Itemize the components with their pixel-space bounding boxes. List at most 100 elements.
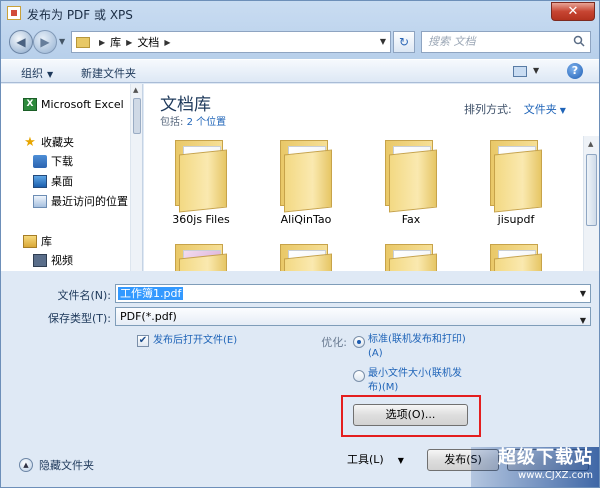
opt-standard-line2: (A) xyxy=(368,348,383,359)
opt-min-line2: 布)(M) xyxy=(368,382,399,393)
back-button[interactable]: ◀ xyxy=(9,30,33,54)
close-button[interactable]: ✕ xyxy=(551,2,595,21)
app-icon xyxy=(7,6,21,20)
file-list-pane: 文档库 包括: 2 个位置 排列方式: 文件夹 ▼ 360js Files AliQ… xyxy=(144,84,599,271)
main-scroll-thumb[interactable] xyxy=(586,154,597,226)
folder-icon xyxy=(486,242,546,271)
opt-standard-label[interactable]: 标准(联机发布和打印) (A) xyxy=(368,333,466,361)
nav-item-recent[interactable]: 最近访问的位置 xyxy=(33,193,128,209)
folder-tile[interactable] xyxy=(261,242,351,271)
nav-item-favorites[interactable]: ★ 收藏夹 xyxy=(23,134,74,150)
opt-min-radio[interactable] xyxy=(353,370,365,382)
breadcrumb-item-library[interactable]: 库 xyxy=(110,34,121,50)
chevron-right-icon[interactable]: ▶ xyxy=(126,38,132,47)
filetype-select[interactable]: PDF(*.pdf) ▼ xyxy=(115,307,591,326)
nav-label: 下载 xyxy=(51,155,73,168)
forward-button[interactable]: ▶ xyxy=(33,30,57,54)
open-after-label[interactable]: 发布后打开文件(E) xyxy=(153,334,237,348)
folder-tile[interactable]: jisupdf xyxy=(471,138,561,226)
help-icon[interactable]: ? xyxy=(567,63,583,79)
options-button[interactable]: 选项(O)... xyxy=(353,404,468,426)
chevron-down-icon[interactable]: ▼ xyxy=(533,66,539,75)
search-input[interactable]: 搜索 文档 xyxy=(421,31,591,53)
downloads-folder-icon xyxy=(33,154,47,168)
nav-item-excel[interactable]: X Microsoft Excel xyxy=(23,96,124,112)
watermark-title: 超级下载站 xyxy=(498,447,593,468)
hide-folders-label: 隐藏文件夹 xyxy=(39,459,94,472)
window-title: 发布为 PDF 或 XPS xyxy=(27,8,133,22)
chevron-right-icon[interactable]: ▶ xyxy=(164,38,170,47)
nav-scrollbar[interactable]: ▲ xyxy=(130,84,142,271)
includes-locations-link[interactable]: 2 个位置 xyxy=(187,117,227,128)
star-icon: ★ xyxy=(24,134,36,150)
filetype-value: PDF(*.pdf) xyxy=(120,310,177,323)
folder-tile[interactable]: Fax xyxy=(366,138,456,226)
nav-label: 库 xyxy=(41,235,52,248)
opt-standard-line1: 标准(联机发布和打印) xyxy=(368,334,466,345)
library-folder-icon xyxy=(76,36,90,48)
folder-icon xyxy=(171,138,231,213)
desktop-icon xyxy=(33,174,47,188)
folder-tile[interactable]: 360js Files xyxy=(156,138,246,226)
excel-icon: X xyxy=(23,97,37,111)
folder-icon xyxy=(276,138,336,213)
filename-label: 文件名(N): xyxy=(57,289,111,302)
chevron-down-icon[interactable]: ▼ xyxy=(560,106,566,115)
chevron-down-icon[interactable]: ▼ xyxy=(580,312,586,329)
library-title: 文档库 xyxy=(160,95,211,115)
publish-dialog: 发布为 PDF 或 XPS ✕ ◀ ▶ ▼ ▶ 库 ▶ 文档 ▶ ▼ ↻ 搜索 … xyxy=(0,0,600,488)
folder-label: AliQinTao xyxy=(280,213,332,226)
chevron-down-icon[interactable]: ▼ xyxy=(580,289,586,298)
organize-button[interactable]: 组织 ▼ xyxy=(21,65,53,81)
nav-label: 最近访问的位置 xyxy=(51,195,128,208)
library-includes: 包括: 2 个位置 xyxy=(160,113,226,128)
arrange-by: 排列方式: 文件夹 ▼ xyxy=(464,101,566,117)
scroll-up-icon[interactable]: ▲ xyxy=(133,86,138,94)
tools-label: 工具(L) xyxy=(347,453,384,466)
view-icon[interactable] xyxy=(513,66,527,77)
recent-pages-icon[interactable]: ▼ xyxy=(59,37,65,46)
nav-label: 收藏夹 xyxy=(41,136,74,149)
folder-tile[interactable] xyxy=(366,242,456,271)
folder-tile[interactable]: AliQinTao xyxy=(261,138,351,226)
arrange-label: 排列方式: xyxy=(464,103,512,116)
main-scrollbar[interactable]: ▲ xyxy=(583,136,599,271)
tools-button[interactable]: 工具(L) ▼ xyxy=(347,451,404,467)
nav-item-libraries[interactable]: 库 xyxy=(23,233,52,249)
new-folder-button[interactable]: 新建文件夹 xyxy=(81,65,136,81)
nav-label: 视频 xyxy=(51,254,73,267)
search-icon xyxy=(573,35,585,47)
nav-item-downloads[interactable]: 下载 xyxy=(33,153,73,169)
nav-label: 桌面 xyxy=(51,175,73,188)
search-placeholder: 搜索 文档 xyxy=(428,35,476,48)
chevron-right-icon[interactable]: ▶ xyxy=(99,38,105,47)
organize-label: 组织 xyxy=(21,67,43,80)
optimize-label: 优化: xyxy=(321,336,347,349)
refresh-button[interactable]: ↻ xyxy=(393,31,415,53)
folder-label: jisupdf xyxy=(497,213,535,226)
video-icon xyxy=(33,253,47,267)
chevron-down-icon[interactable]: ▼ xyxy=(380,37,386,46)
hide-folders-toggle[interactable]: ▲ 隐藏文件夹 xyxy=(19,457,94,473)
opt-standard-radio[interactable] xyxy=(353,336,365,348)
folder-icon xyxy=(171,242,231,271)
breadcrumb[interactable]: ▶ 库 ▶ 文档 ▶ ▼ xyxy=(71,31,391,53)
filename-value[interactable]: 工作簿1.pdf xyxy=(118,287,184,300)
watermark: 超级下载站 www.CJXZ.com xyxy=(471,447,599,487)
opt-min-label[interactable]: 最小文件大小(联机发 布)(M) xyxy=(368,367,462,395)
title-bar: 发布为 PDF 或 XPS ✕ xyxy=(1,1,599,25)
folder-label: 360js Files xyxy=(172,213,230,226)
filename-field[interactable]: 工作簿1.pdf ▼ xyxy=(115,284,591,303)
nav-label: Microsoft Excel xyxy=(41,97,124,111)
open-after-checkbox[interactable]: ✔ xyxy=(137,335,149,347)
nav-scroll-thumb[interactable] xyxy=(133,98,141,134)
nav-item-videos[interactable]: 视频 xyxy=(33,252,73,268)
nav-item-desktop[interactable]: 桌面 xyxy=(33,173,73,189)
scroll-up-icon[interactable]: ▲ xyxy=(588,140,593,148)
arrange-dropdown[interactable]: 文件夹 xyxy=(524,103,557,116)
folder-tile[interactable] xyxy=(156,242,246,271)
folder-label: Fax xyxy=(401,213,421,226)
navigation-pane: X Microsoft Excel ★ 收藏夹 下载 桌面 最近访问的位置 库 … xyxy=(1,84,143,271)
breadcrumb-item-documents[interactable]: 文档 xyxy=(137,34,159,50)
folder-tile[interactable] xyxy=(471,242,561,271)
